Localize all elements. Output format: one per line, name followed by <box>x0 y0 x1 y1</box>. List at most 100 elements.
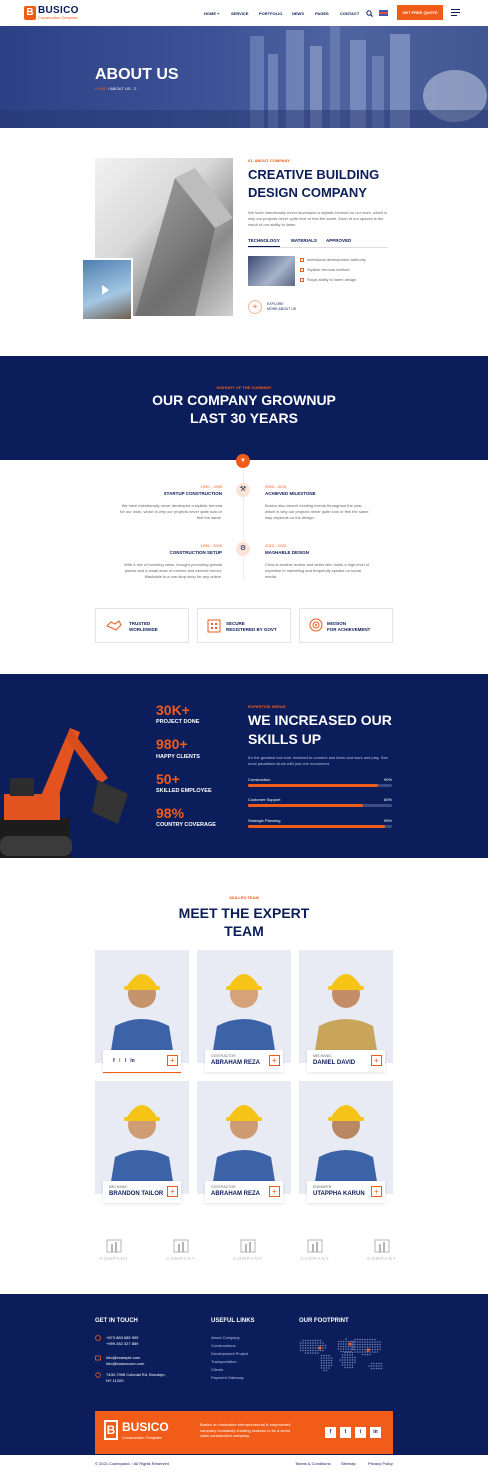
skill-name: Construction <box>248 777 271 782</box>
instagram-icon[interactable]: i <box>355 1427 366 1438</box>
team-role: ENGINEER <box>313 1185 332 1189</box>
hero-banner <box>0 26 488 128</box>
footer-logo-name[interactable]: BUSICO <box>122 1420 169 1434</box>
team-plus-button[interactable]: + <box>371 1055 382 1066</box>
team-role: CONTRACTOR <box>211 1054 236 1058</box>
about-title-line2: DESIGN COMPANY <box>248 185 367 200</box>
team-name: DANIEL DAVID <box>313 1060 356 1066</box>
feature-card-title: TRUSTED WORLDWIDE <box>129 621 158 632</box>
timeline-text: Busico also launch exciting events throu… <box>265 503 369 520</box>
team-photo <box>299 950 393 1063</box>
nav-home[interactable]: HOME + <box>204 11 219 16</box>
target-icon <box>309 618 323 632</box>
team-role: MECHANIC <box>109 1185 128 1189</box>
footer-link[interactable]: About Company <box>211 1335 240 1340</box>
history-label: HISHORY OF THE COMPANY <box>216 385 272 390</box>
team-photo <box>197 1081 291 1194</box>
nav-contact[interactable]: CONTACT <box>340 11 359 16</box>
nav-portfolio[interactable]: PORTFOLIO <box>259 11 282 16</box>
twitter-icon[interactable]: t <box>119 1058 121 1064</box>
team-name: BRANDON TAILOR <box>109 1191 164 1197</box>
footer-footprint-title: OUR FOOTPRINT <box>299 1318 349 1324</box>
footer-link[interactable]: Development Project <box>211 1351 248 1356</box>
timeline-year: 2005 - 2015 <box>265 484 287 489</box>
nav-service[interactable]: SERVICE <box>231 11 249 16</box>
skill-bar-fill <box>248 825 385 828</box>
team-plus-button[interactable]: + <box>167 1055 178 1066</box>
team-plus-button[interactable]: + <box>167 1186 178 1197</box>
timeline-title: CONSTRUCTION SETUP <box>169 550 222 555</box>
history-title-line1: OUR COMPANY GROWNUP <box>152 392 336 408</box>
menu-icon[interactable] <box>451 9 460 16</box>
partner-logo[interactable]: COMPANY <box>363 1256 401 1261</box>
partner-logo[interactable]: COMPANY <box>162 1256 200 1261</box>
stat-number: 98% <box>156 805 185 821</box>
get-free-quote-button[interactable]: GET FREE QUOTE <box>397 5 443 20</box>
twitter-icon[interactable]: t <box>340 1427 351 1438</box>
footer-link[interactable]: Transportation <box>211 1359 237 1364</box>
team-name: ABRAHAM REZA <box>211 1060 260 1066</box>
tab-materials[interactable]: MATERIALS <box>291 238 317 243</box>
tab-technology[interactable]: TECHNOLOGY <box>248 238 280 247</box>
facebook-icon[interactable]: f <box>113 1058 115 1064</box>
team-name: ABRAHAM REZA <box>211 1191 260 1197</box>
nav-news[interactable]: NEWS <box>292 11 304 16</box>
explore-link[interactable]: EXPLORE MORE ABOUT US <box>267 302 296 312</box>
partner-logo[interactable]: COMPANY <box>296 1256 334 1261</box>
footer-email[interactable]: info@example.com info@busicocom.com <box>106 1355 144 1366</box>
partner-logo-icon <box>240 1239 256 1253</box>
footer-contact-title: GET IN TOUCH <box>95 1318 138 1324</box>
explore-plus-icon[interactable]: + <box>248 300 262 314</box>
team-photo <box>299 1081 393 1194</box>
partner-logo-icon <box>374 1239 390 1253</box>
page-title: ABOUT US <box>95 66 179 83</box>
footer-link[interactable]: Clients <box>211 1367 223 1372</box>
stat-label: SKILLED EMPLOYEE <box>156 788 212 794</box>
instagram-icon[interactable]: i <box>125 1058 126 1064</box>
skills-title-line2: SKILLS UP <box>248 731 322 747</box>
copyright-text: © 2021 Codexpand. / All Rights Reserved <box>95 1461 169 1466</box>
check-item: Intentional development authority <box>307 257 366 262</box>
linkedin-icon[interactable]: in <box>370 1427 381 1438</box>
breadcrumb: HOME / ABOUT US - 2 <box>95 86 136 91</box>
skill-value: 80% <box>383 797 392 802</box>
footer-link-sitemap[interactable]: Sitemap <box>341 1461 356 1466</box>
play-icon[interactable] <box>102 285 109 295</box>
footer-link[interactable]: Payment Gateway <box>211 1375 244 1380</box>
team-title-line2: TEAM <box>224 923 264 939</box>
logo-icon[interactable]: B <box>24 6 36 20</box>
team-plus-button[interactable]: + <box>371 1186 382 1197</box>
team-role: CONTRACTOR <box>211 1185 236 1189</box>
linkedin-icon[interactable]: in <box>130 1058 134 1064</box>
timeline-title: STARTUP CONSTRUCTION <box>163 491 222 496</box>
nav-pages[interactable]: PAGES <box>315 11 329 16</box>
team-card-underline <box>103 1072 181 1073</box>
partner-logo-icon <box>307 1239 323 1253</box>
team-plus-button[interactable]: + <box>269 1186 280 1197</box>
about-text: We have intentionally never developed a … <box>248 210 388 227</box>
footer-band-text: Busico an innovative entrepreneurial & e… <box>200 1422 291 1438</box>
skills-label: EXPERTISE AREAS <box>248 704 286 709</box>
skill-name: Strategic Planning <box>248 818 281 823</box>
flag-icon[interactable] <box>379 10 388 16</box>
stat-number: 980+ <box>156 736 188 752</box>
breadcrumb-home[interactable]: HOME <box>95 86 107 91</box>
team-social-icons: f t i in <box>113 1058 135 1064</box>
skills-text: It's the greatest tool ever invented to … <box>248 755 388 766</box>
partner-logo[interactable]: COMPANY <box>95 1256 133 1261</box>
partner-logo[interactable]: COMPANY <box>229 1256 267 1261</box>
skyline-illustration <box>0 26 488 128</box>
footer-link[interactable]: Constructions <box>211 1343 235 1348</box>
footer-phone[interactable]: +673 883 685 999 +999 282 327 889 <box>106 1335 138 1346</box>
team-role: MECHANIC <box>313 1054 332 1058</box>
footer-link-privacy[interactable]: Privacy Policy <box>368 1461 393 1466</box>
about-title-line1: CREATIVE BUILDING <box>248 167 380 182</box>
search-icon[interactable] <box>366 10 373 17</box>
facebook-icon[interactable]: f <box>325 1427 336 1438</box>
stat-label: HAPPY CLIENTS <box>156 754 200 760</box>
timeline-year: 2015 - 2020 <box>265 543 287 548</box>
footer-link-terms[interactable]: Teams & Conditions <box>295 1461 331 1466</box>
footer-logo-icon[interactable]: B <box>104 1420 118 1440</box>
tab-approved[interactable]: APPROVED <box>326 238 351 243</box>
team-plus-button[interactable]: + <box>269 1055 280 1066</box>
